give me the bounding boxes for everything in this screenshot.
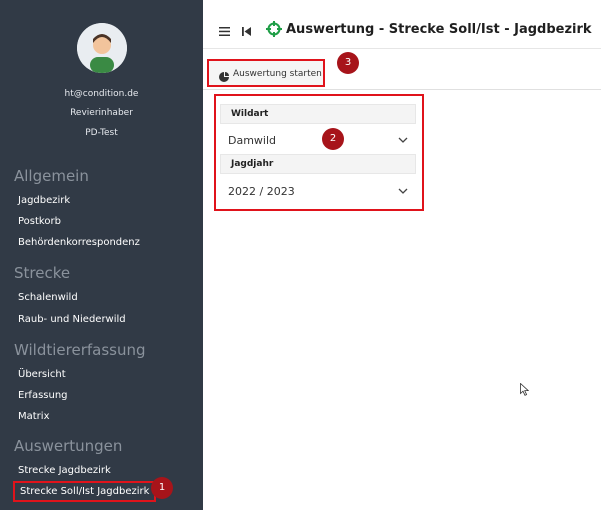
page-title: Auswertung - Strecke Soll/Ist - Jagdbezi…	[286, 22, 592, 37]
pie-chart-icon	[219, 69, 229, 87]
sidebar-item-jagdbezirk[interactable]: Jagdbezirk	[18, 195, 70, 206]
sidebar-item-strecke-soll-ist[interactable]: Strecke Soll/Ist Jagdbezirk	[13, 481, 157, 502]
sidebar-item-uebersicht[interactable]: Übersicht	[18, 369, 66, 380]
user-role: Revierinhaber	[70, 108, 133, 118]
filter-form: Wildart Damwild Jagdjahr 2022 / 2023	[214, 94, 424, 211]
start-evaluation-button[interactable]: Auswertung starten	[207, 59, 325, 87]
wildart-label: Wildart	[220, 104, 416, 124]
sidebar-item-raub-niederwild[interactable]: Raub- und Niederwild	[18, 314, 126, 325]
sidebar-item-postkorb[interactable]: Postkorb	[18, 216, 61, 227]
start-evaluation-label: Auswertung starten	[233, 69, 322, 79]
user-account: PD-Test	[85, 128, 118, 138]
skip-back-icon[interactable]	[242, 25, 251, 39]
mouse-cursor-icon	[520, 382, 530, 401]
section-title-allgemein: Allgemein	[14, 167, 89, 185]
jagdjahr-label: Jagdjahr	[220, 154, 416, 174]
user-email: ht@condition.de	[64, 89, 139, 99]
section-title-wildtiererfassung: Wildtiererfassung	[14, 341, 146, 359]
wildart-select[interactable]: Damwild	[228, 134, 276, 147]
section-title-strecke: Strecke	[14, 264, 71, 282]
user-avatar-icon	[77, 23, 127, 73]
jagdjahr-select[interactable]: 2022 / 2023	[228, 185, 295, 198]
callout-badge-2: 2	[322, 128, 344, 150]
callout-badge-3: 3	[337, 52, 359, 74]
sidebar-item-schalenwild[interactable]: Schalenwild	[18, 292, 78, 303]
hamburger-icon[interactable]	[219, 25, 230, 39]
sidebar-item-matrix[interactable]: Matrix	[18, 411, 49, 422]
chevron-down-icon[interactable]	[396, 185, 410, 199]
crosshair-icon	[266, 21, 282, 40]
chevron-down-icon[interactable]	[396, 134, 410, 148]
sidebar-item-erfassung[interactable]: Erfassung	[18, 390, 68, 401]
sidebar: ht@condition.de Revierinhaber PD-Test Al…	[0, 0, 203, 510]
avatar	[77, 23, 127, 73]
sidebar-item-strecke-jagdbezirk[interactable]: Strecke Jagdbezirk	[18, 465, 111, 476]
section-title-auswertungen: Auswertungen	[14, 437, 123, 455]
sidebar-item-behoerdenkorrespondenz[interactable]: Behördenkorrespondenz	[18, 237, 140, 248]
callout-badge-1: 1	[151, 477, 173, 499]
